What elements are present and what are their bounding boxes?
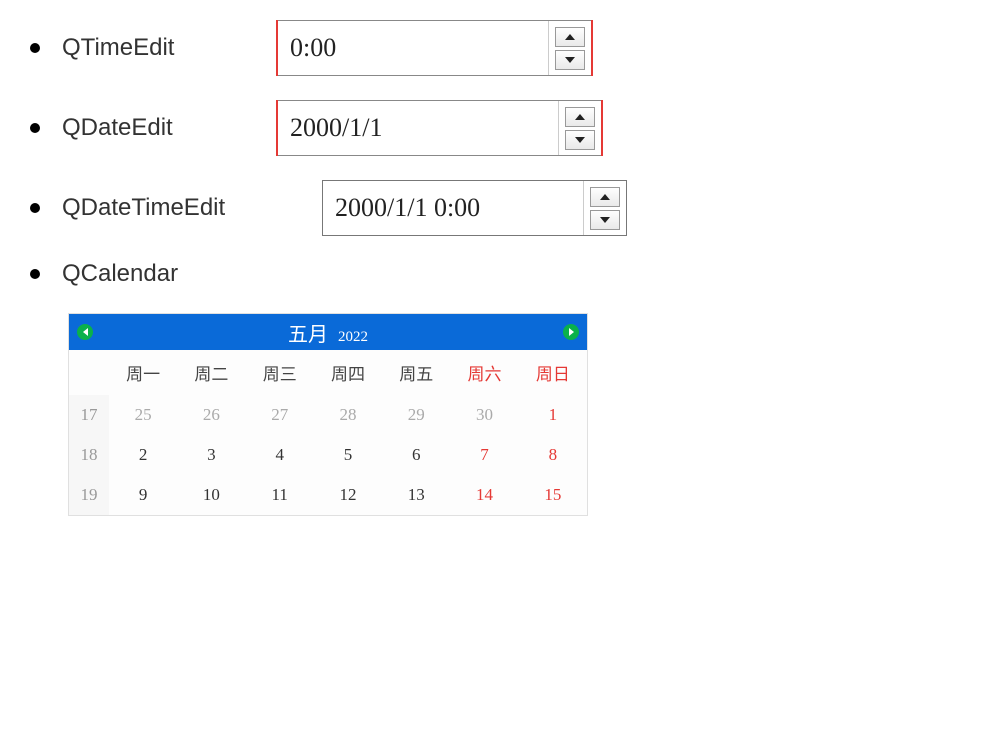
calendar-day-cell[interactable]: 10 — [177, 475, 245, 515]
step-up-button[interactable] — [555, 27, 585, 47]
chevron-down-icon — [565, 57, 575, 63]
calendar-day-cell[interactable]: 13 — [382, 475, 450, 515]
weekday-header: 周日 — [519, 350, 587, 395]
calendar-header: 五月 2022 — [69, 314, 587, 350]
calendar-day-cell[interactable]: 30 — [450, 395, 518, 435]
step-down-button[interactable] — [555, 50, 585, 70]
bullet-icon — [30, 203, 40, 213]
calendar-row: 199101112131415 — [69, 475, 587, 515]
chevron-up-icon — [575, 114, 585, 120]
calendar-day-cell[interactable]: 9 — [109, 475, 177, 515]
weekday-header: 周二 — [177, 350, 245, 395]
spinner-group — [548, 21, 591, 75]
step-up-button[interactable] — [565, 107, 595, 127]
week-number-cell: 18 — [69, 435, 109, 475]
weekday-header: 周一 — [109, 350, 177, 395]
chevron-down-icon — [575, 137, 585, 143]
date-edit[interactable]: 2000/1/1 — [277, 100, 602, 156]
next-month-button[interactable] — [563, 324, 579, 340]
time-edit-value[interactable]: 0:00 — [278, 21, 548, 75]
list-item-label: QDateTimeEdit — [62, 194, 322, 222]
prev-month-button[interactable] — [77, 324, 93, 340]
step-up-button[interactable] — [590, 187, 620, 207]
step-down-button[interactable] — [565, 130, 595, 150]
weekday-row: 周一 周二 周三 周四 周五 周六 周日 — [69, 350, 587, 395]
calendar-day-cell[interactable]: 1 — [519, 395, 587, 435]
bullet-icon — [30, 269, 40, 279]
week-number-cell: 19 — [69, 475, 109, 515]
calendar-day-cell[interactable]: 4 — [246, 435, 314, 475]
datetime-edit-value[interactable]: 2000/1/1 0:00 — [323, 181, 583, 235]
bullet-icon — [30, 43, 40, 53]
calendar-day-cell[interactable]: 11 — [246, 475, 314, 515]
calendar-day-cell[interactable]: 29 — [382, 395, 450, 435]
calendar-row: 172526272829301 — [69, 395, 587, 435]
calendar-row: 182345678 — [69, 435, 587, 475]
calendar: 五月 2022 周一 周二 周三 周四 周五 周六 周日 17252627282… — [68, 313, 588, 516]
calendar-title[interactable]: 五月 2022 — [288, 318, 368, 347]
calendar-day-cell[interactable]: 3 — [177, 435, 245, 475]
calendar-day-cell[interactable]: 14 — [450, 475, 518, 515]
chevron-up-icon — [600, 194, 610, 200]
weekday-header: 周四 — [314, 350, 382, 395]
calendar-day-cell[interactable]: 2 — [109, 435, 177, 475]
weekday-header: 周三 — [246, 350, 314, 395]
spinner-group — [558, 101, 601, 155]
chevron-down-icon — [600, 217, 610, 223]
chevron-left-icon — [83, 328, 88, 336]
calendar-day-cell[interactable]: 15 — [519, 475, 587, 515]
date-edit-value[interactable]: 2000/1/1 — [278, 101, 558, 155]
chevron-right-icon — [569, 328, 574, 336]
calendar-day-cell[interactable]: 27 — [246, 395, 314, 435]
list-item-label: QDateEdit — [62, 114, 282, 142]
chevron-up-icon — [565, 34, 575, 40]
list-item-label: QTimeEdit — [62, 34, 282, 62]
spinner-group — [583, 181, 626, 235]
weekday-header: 周六 — [450, 350, 518, 395]
calendar-day-cell[interactable]: 28 — [314, 395, 382, 435]
calendar-year: 2022 — [338, 329, 368, 346]
weekday-header: 周五 — [382, 350, 450, 395]
calendar-month: 五月 — [288, 318, 328, 347]
bullet-icon — [30, 123, 40, 133]
datetime-edit[interactable]: 2000/1/1 0:00 — [322, 180, 627, 236]
time-edit[interactable]: 0:00 — [277, 20, 592, 76]
week-number-cell: 17 — [69, 395, 109, 435]
list-item-label: QCalendar — [62, 260, 282, 288]
calendar-day-cell[interactable]: 6 — [382, 435, 450, 475]
calendar-grid: 周一 周二 周三 周四 周五 周六 周日 1725262728293011823… — [69, 350, 587, 515]
calendar-day-cell[interactable]: 5 — [314, 435, 382, 475]
calendar-day-cell[interactable]: 12 — [314, 475, 382, 515]
calendar-day-cell[interactable]: 25 — [109, 395, 177, 435]
calendar-day-cell[interactable]: 7 — [450, 435, 518, 475]
calendar-day-cell[interactable]: 8 — [519, 435, 587, 475]
step-down-button[interactable] — [590, 210, 620, 230]
week-number-header — [69, 350, 109, 395]
calendar-day-cell[interactable]: 26 — [177, 395, 245, 435]
